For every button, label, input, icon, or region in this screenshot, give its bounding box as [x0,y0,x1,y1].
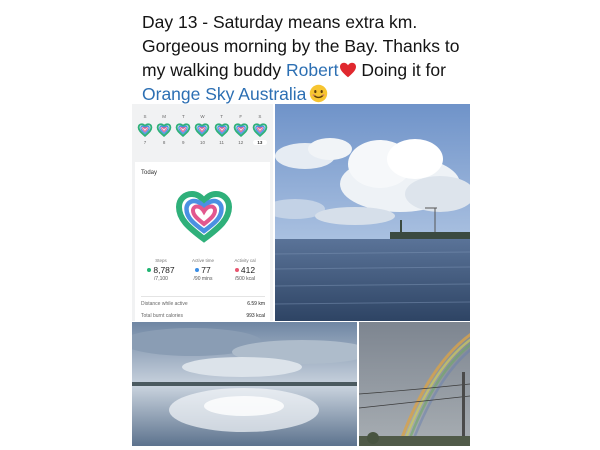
activity-cal-goal: /500 kcal [234,276,255,282]
charity-link[interactable]: Orange Sky Australia [142,84,306,104]
caption-buddy-prefix: my walking buddy [142,60,286,80]
activity-cal-label: Activity cal [234,258,256,263]
day-number: 11 [219,140,224,145]
activity-cal-value: 412 [225,265,265,275]
fitness-screenshot-photo[interactable]: S M T W T F S 7 8 9 10 11 12 13 Today St… [132,104,273,321]
daily-activity-heart-icon [195,123,210,137]
weekday-letter: S [258,114,262,119]
daily-activity-heart-icon [252,123,268,137]
weekday-letter: S [143,114,147,119]
today-activity-card: Today Steps 8,787 /7,100 Active time 77 … [135,162,270,321]
day-number: 8 [162,140,166,145]
day-number-selected: 13 [252,140,267,145]
active-time-value: 77 [183,265,223,275]
day-number: 12 [238,140,244,145]
smiling-face-icon [310,84,328,103]
activity-cal-count: 412 [240,265,256,275]
bay-clouds-image [275,104,470,321]
day-number: 7 [143,140,147,145]
steps-count: 8,787 [153,265,175,275]
daily-activity-heart-icon [214,123,229,137]
weekday-letter: T [181,114,185,119]
daily-activity-heart-icon [156,123,172,137]
active-time-stat: Active time 77 /90 mins [183,258,223,282]
weekday-letter: M [162,114,167,119]
active-time-label: Active time [191,258,214,263]
burnt-calories-row: Total burnt calories 993 kcal [141,313,265,319]
today-title: Today [141,170,158,176]
burnt-calories-value: 993 kcal [246,313,265,319]
caption-line-1: Day 13 - Saturday means extra km. [142,12,418,32]
weekday-letters: S M T W T F S [136,114,269,119]
daily-activity-heart-icon [137,123,153,137]
day-numbers: 7 8 9 10 11 12 13 [136,140,269,145]
divider [141,296,265,297]
sunlit-bay-photo[interactable] [132,322,357,446]
buddy-mention-link[interactable]: Robert [286,60,339,80]
rainbow-photo[interactable] [359,322,470,446]
steps-goal: /7,100 [154,276,168,282]
distance-label: Distance while active [141,301,188,307]
week-strip: S M T W T F S 7 8 9 10 11 12 13 [136,114,269,145]
caption-line-4: Orange Sky Australia [142,82,482,106]
weekday-letter: W [200,114,205,119]
daily-activity-heart-icon [175,190,233,243]
active-time-goal: /90 mins [193,276,213,282]
caption-line-2: Gorgeous morning by the Bay. Thanks to [142,36,460,56]
burnt-calories-label: Total burnt calories [141,313,183,319]
daily-heart-row [136,123,269,137]
photo-grid: S M T W T F S 7 8 9 10 11 12 13 Today St… [132,104,470,450]
distance-row: Distance while active 6.59 km [141,301,265,307]
activity-stats: Steps 8,787 /7,100 Active time 77 /90 mi… [141,258,265,282]
steps-label: Steps [155,258,167,263]
daily-activity-heart-icon [233,123,249,137]
distance-value: 6.59 km [247,301,265,307]
steps-value: 8,787 [141,265,181,275]
weekday-letter: T [220,114,223,119]
caption-line-3: my walking buddy Robert Doing it for [142,58,482,82]
weekday-letter: F [239,114,243,119]
activity-cal-stat: Activity cal 412 /500 kcal [225,258,265,282]
day-number: 9 [182,140,185,145]
active-time-count: 77 [201,265,211,275]
daily-activity-heart-icon [175,123,191,137]
flame-icon [234,268,239,272]
caption-doing-it-for: Doing it for [356,60,446,80]
rainbow-image [359,322,470,446]
red-heart-icon [339,62,356,78]
steps-stat: Steps 8,787 /7,100 [141,258,181,282]
sunlit-bay-image [132,322,357,446]
active-time-icon [195,268,200,272]
steps-icon [147,268,152,272]
day-number: 10 [199,140,205,145]
bay-clouds-photo[interactable] [275,104,470,321]
post-caption: Day 13 - Saturday means extra km. Gorgeo… [142,10,482,106]
